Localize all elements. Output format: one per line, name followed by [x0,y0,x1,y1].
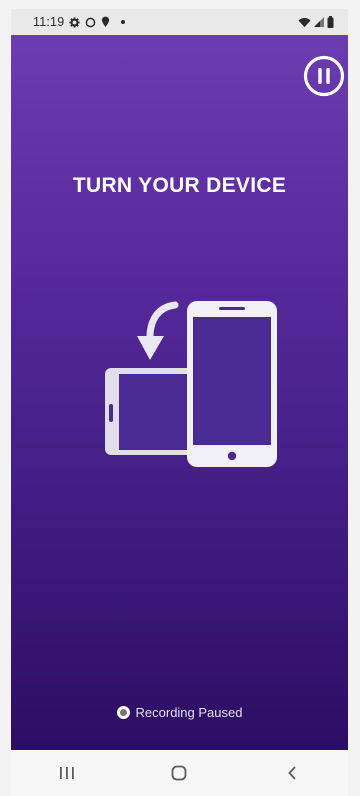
signal-icon [314,17,324,27]
dot-icon [121,20,126,24]
rotate-arrow-icon [137,301,179,360]
rotate-device-illustration [103,301,278,471]
recording-status-label: Recording Paused [135,705,243,720]
status-time: 11:19 [33,15,65,29]
location-icon [101,16,110,28]
status-bar: 11:19 [11,9,348,35]
landscape-phone-icon [105,368,199,455]
page-title: TURN YOUR DEVICE [72,174,287,197]
wifi-icon [298,17,311,28]
recent-apps-button[interactable] [37,753,97,793]
home-button[interactable] [149,753,209,793]
recording-status: Recording Paused [11,705,348,720]
home-icon [172,765,187,781]
recent-apps-icon [60,767,74,779]
recording-indicator-icon [116,706,130,719]
app-screen: TURN YOUR DEVICE Recording Paused [11,35,348,750]
battery-icon [327,16,334,28]
status-right [298,16,348,28]
status-left: 11:19 [11,15,126,29]
pause-button[interactable] [303,55,345,97]
back-button[interactable] [262,753,322,793]
navigation-bar [11,750,348,796]
circle-icon [85,17,96,28]
pause-icon [303,55,345,97]
portrait-phone-icon [187,301,277,467]
back-icon [288,766,296,780]
settings-icon [69,16,80,28]
phone-screen: 11:19 TURN YOUR DEVICE Recording Paused [0,0,360,796]
